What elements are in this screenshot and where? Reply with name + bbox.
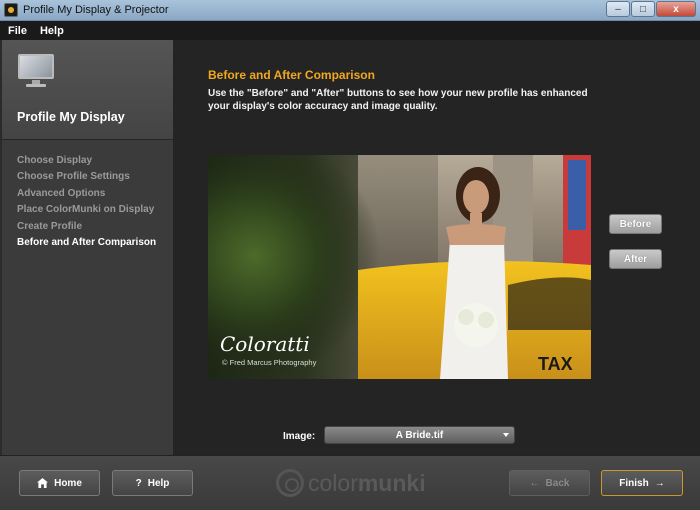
after-button[interactable]: After <box>609 249 662 269</box>
before-button[interactable]: Before <box>609 214 662 234</box>
arrow-right-icon: → <box>654 477 665 489</box>
sidebar-title: Profile My Display <box>17 110 125 124</box>
window-controls: – □ x <box>606 1 696 17</box>
help-button-label: Help <box>147 477 170 489</box>
maximize-button[interactable]: □ <box>631 1 655 17</box>
sidebar: Profile My Display Choose Display Choose… <box>2 40 173 455</box>
question-mark-icon: ? <box>135 477 142 489</box>
help-button[interactable]: ? Help <box>112 470 193 496</box>
image-dropdown[interactable]: A Bride.tif <box>324 426 515 444</box>
step-choose-profile-settings: Choose Profile Settings <box>17 171 130 183</box>
menu-file[interactable]: File <box>3 25 32 37</box>
window-title: Profile My Display & Projector <box>23 4 169 16</box>
finish-button-label: Finish <box>619 477 649 489</box>
page-description: Use the "Before" and "After" buttons to … <box>208 88 588 112</box>
finish-button[interactable]: Finish → <box>601 470 683 496</box>
image-label: Image: <box>283 431 316 442</box>
colormunki-logo: colormunki <box>276 469 426 497</box>
back-button[interactable]: ← Back <box>509 470 590 496</box>
step-before-after-comparison: Before and After Comparison <box>17 236 157 248</box>
main-panel: Before and After Comparison Use the "Bef… <box>173 40 700 455</box>
comparison-photo: TAX Coloratti © Fred Marcus Photography <box>208 155 591 379</box>
home-icon <box>37 478 49 488</box>
home-button-label: Home <box>54 477 82 489</box>
page-title: Before and After Comparison <box>208 68 375 82</box>
taxi-sign-text: TAX <box>538 354 573 374</box>
menu-help[interactable]: Help <box>35 25 69 37</box>
step-place-colormunki: Place ColorMunki on Display <box>17 204 155 216</box>
brand-light-text: color <box>308 469 358 496</box>
app-icon <box>4 3 18 17</box>
close-button[interactable]: x <box>656 1 696 17</box>
arrow-left-icon: ← <box>529 477 540 489</box>
sidebar-header: Profile My Display <box>2 40 173 140</box>
colormunki-mark-icon <box>276 469 304 497</box>
footer-bar: Home ? Help colormunki ← Back Finish → <box>0 455 700 510</box>
monitor-icon <box>18 54 56 88</box>
brand-bold-text: munki <box>357 469 426 496</box>
home-button[interactable]: Home <box>19 470 100 496</box>
step-choose-display: Choose Display <box>17 155 93 166</box>
step-list: Choose Display Choose Profile Settings A… <box>2 140 173 251</box>
menu-bar: File Help <box>0 21 700 40</box>
chevron-down-icon <box>503 433 509 437</box>
back-button-label: Back <box>545 477 570 489</box>
photo-credit: © Fred Marcus Photography <box>222 358 317 367</box>
photo-logo: Coloratti <box>220 332 310 356</box>
minimize-button[interactable]: – <box>606 1 630 17</box>
image-dropdown-value: A Bride.tif <box>395 429 444 441</box>
step-create-profile: Create Profile <box>17 220 83 232</box>
step-advanced-options: Advanced Options <box>17 187 106 199</box>
title-bar: Profile My Display & Projector – □ x <box>0 0 700 21</box>
